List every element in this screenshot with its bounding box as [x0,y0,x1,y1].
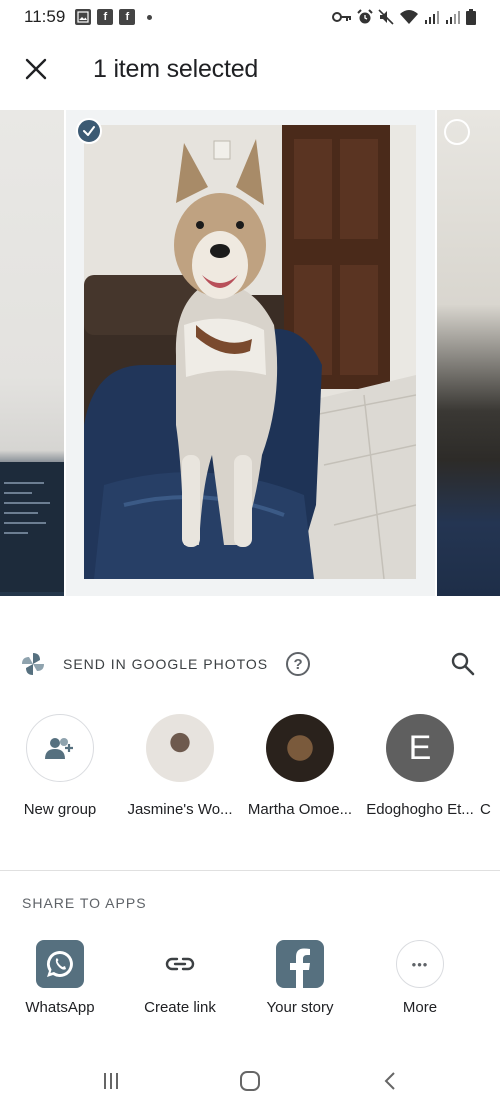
app-label: Create link [144,999,216,1016]
contacts-row: New group Jasmine's Wo... Martha Omoe...… [0,714,500,826]
photo-thumbnail-previous[interactable] [0,110,64,596]
avatar [480,714,500,782]
app-create-link[interactable]: Create link [120,940,240,1016]
contact-partial[interactable]: C [480,714,500,818]
more-dots: ••• [411,956,429,972]
app-label: WhatsApp [25,999,95,1016]
signal-icon [425,11,439,24]
status-left: 11:59 f f [24,7,153,27]
home-icon [240,1071,260,1091]
send-in-google-photos-label: SEND IN GOOGLE PHOTOS [63,656,269,672]
app-label: Your story [266,999,334,1016]
gallery-icon [75,9,92,25]
key-icon [332,12,351,22]
alarm-icon [357,9,373,24]
contact-name: Edoghogho Et... [366,801,474,818]
back-icon [384,1072,395,1090]
whatsapp-icon [36,940,84,988]
more-notifications-icon [147,14,153,20]
apps-row: WhatsApp Create link Your story ••• More [0,940,500,1020]
avatar [146,714,214,782]
app-your-story[interactable]: Your story [240,940,360,1016]
status-right [332,9,476,25]
share-to-apps-heading: SHARE TO APPS [22,895,147,911]
battery-icon [466,9,476,25]
photo-selected-dog[interactable] [84,125,416,579]
page-title: 1 item selected [93,54,259,83]
send-in-google-photos-row: SEND IN GOOGLE PHOTOS ? [0,646,500,682]
contact-edoghogho[interactable]: E Edoghogho Et... [360,714,480,818]
back-button[interactable] [375,1068,405,1094]
link-icon [156,940,204,988]
help-icon[interactable]: ? [286,652,311,676]
facebook-icon: f [119,9,136,25]
status-bar: 11:59 f f [0,0,500,34]
unselected-circle-icon[interactable] [444,119,470,145]
avatar: E [386,714,454,782]
home-button[interactable] [235,1068,265,1094]
photo-strip[interactable] [0,106,500,596]
divider [0,870,500,871]
selected-checkmark-icon[interactable] [76,118,102,144]
signal-icon [446,11,460,24]
search-icon[interactable] [450,651,476,677]
app-whatsapp[interactable]: WhatsApp [0,940,120,1016]
contact-name: Martha Omoe... [247,801,353,818]
contact-name: New group [23,801,97,818]
close-icon [25,58,47,80]
wifi-icon [400,10,418,24]
add-group-icon [45,738,73,759]
avatar [26,714,94,782]
contact-name: Jasmine's Wo... [127,801,233,818]
google-photos-pinwheel-icon [22,653,44,675]
photo-thumbnail-next[interactable] [437,110,500,596]
app-label: More [402,999,438,1016]
close-button[interactable] [8,41,64,97]
contact-name: C [480,801,491,818]
contact-new-group[interactable]: New group [0,714,120,818]
facebook-icon: f [97,9,114,25]
avatar [266,714,334,782]
more-icon: ••• [396,940,444,988]
recents-button[interactable] [96,1068,126,1094]
selection-header: 1 item selected [0,34,500,104]
app-more[interactable]: ••• More [360,940,480,1016]
facebook-icon [276,940,324,988]
mute-icon [378,9,394,25]
status-time: 11:59 [24,7,66,26]
contact-martha[interactable]: Martha Omoe... [240,714,360,818]
recents-icon [104,1073,118,1089]
system-nav-bar [0,1052,500,1108]
contact-jasmine[interactable]: Jasmine's Wo... [120,714,240,818]
